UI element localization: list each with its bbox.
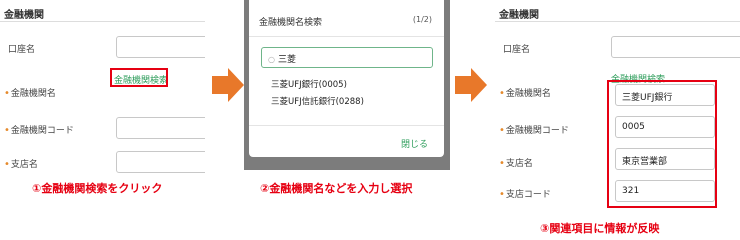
required-mark: • [4, 125, 10, 136]
branch-name-label: •支店名 [499, 158, 533, 169]
section-divider [0, 21, 205, 22]
account-name-label: 口座名 [8, 45, 36, 55]
branch-name-label: •支店名 [4, 159, 38, 170]
bank-search-dialog: 金融機関名検索 (1/2) ○ 三菱 三菱UFJ銀行(0005) 三菱UFJ信託銀… [249, 0, 444, 157]
bank-code-label: •金融機関コード [499, 125, 569, 136]
bank-name-label: •金融機関名 [499, 88, 551, 99]
section-title: 金融機関 [499, 10, 539, 21]
step3-caption: ③関連項目に情報が反映 [540, 222, 660, 235]
result-item[interactable]: 三菱UFJ銀行(0005) [271, 78, 347, 90]
step3-panel: 金融機関 口座名 金融機関検索 •金融機関名 三菱UFJ銀行 •金融機関コード … [495, 0, 740, 210]
bank-name-label: •金融機関名 [4, 88, 56, 99]
branch-code-label: •支店コード [499, 189, 551, 200]
required-mark: • [499, 125, 505, 136]
step2-caption: ②金融機関名などを入力し選択 [260, 182, 413, 195]
branch-name-input[interactable] [116, 151, 205, 173]
search-icon: ○ [268, 55, 275, 64]
required-mark: • [499, 158, 505, 169]
result-item[interactable]: 三菱UFJ信託銀行(0288) [271, 95, 364, 107]
bank-code-input[interactable] [116, 117, 205, 139]
highlight-box [110, 68, 168, 87]
section-divider [495, 21, 740, 22]
required-mark: • [499, 88, 505, 99]
section-title: 金融機関 [4, 10, 44, 21]
required-mark: • [4, 159, 10, 170]
dialog-divider [249, 125, 444, 126]
required-mark: • [4, 88, 10, 99]
account-name-label: 口座名 [503, 45, 531, 55]
dialog-divider [249, 36, 444, 37]
bank-search-input[interactable]: ○ 三菱 [261, 47, 433, 68]
account-name-input[interactable] [116, 36, 205, 58]
page-indicator: (1/2) [412, 15, 432, 24]
required-mark: • [499, 189, 505, 200]
account-name-input[interactable] [611, 36, 740, 58]
step1-caption: ①金融機関検索をクリック [32, 182, 163, 195]
bank-code-label: •金融機関コード [4, 125, 74, 136]
dialog-title: 金融機関名検索 [259, 18, 323, 28]
step1-panel: 金融機関 口座名 金融機関検索 •金融機関名 •金融機関コード •支店名 [0, 0, 205, 210]
arrow-right-icon [212, 68, 244, 102]
arrow-right-icon [455, 68, 487, 102]
highlight-box [607, 80, 717, 208]
close-button[interactable]: 閉じる [401, 137, 428, 150]
